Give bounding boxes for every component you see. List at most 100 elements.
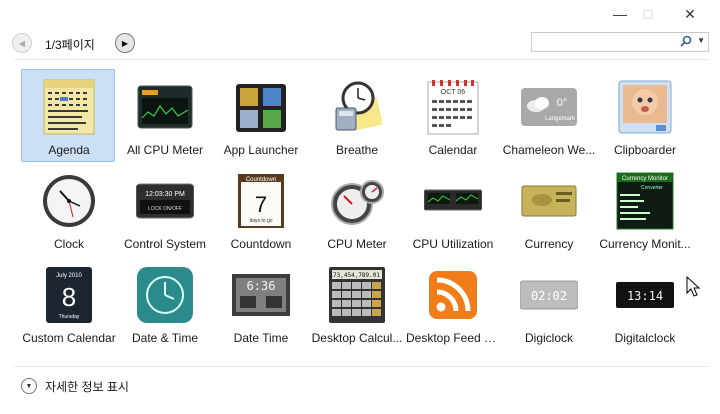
currency-icon bbox=[520, 172, 578, 230]
gadget-tile-cpu-meter[interactable]: CPU Meter bbox=[309, 163, 403, 256]
countdown-number-text: 7 bbox=[255, 192, 267, 217]
calendar-month-text: OCT 06 bbox=[441, 89, 465, 96]
gadget-tile-clock[interactable]: Clock bbox=[21, 163, 115, 256]
gadget-label: Chameleon We... bbox=[502, 143, 596, 157]
currency-monitor-icon: Currency Monitor Converter bbox=[616, 172, 674, 230]
clock-notepad-icon bbox=[328, 78, 386, 136]
gadget-tile-control-system[interactable]: 12:03:30 PM LOCK ON/OFF Control System bbox=[117, 163, 211, 256]
gadget-label: CPU Meter bbox=[327, 237, 387, 251]
gadget-tile-all-cpu-meter[interactable]: All CPU Meter bbox=[117, 69, 211, 162]
control-lock-text: LOCK ON/OFF bbox=[148, 206, 182, 212]
divider bbox=[14, 366, 708, 367]
gadget-tile-custom-calendar[interactable]: July 2010 8 Thursday Custom Calendar bbox=[21, 257, 116, 350]
control-time-text: 12:03:30 PM bbox=[145, 191, 185, 198]
gadget-tile-app-launcher[interactable]: App Launcher bbox=[213, 69, 307, 162]
gadget-tile-calendar[interactable]: OCT 06 Calendar bbox=[405, 69, 499, 162]
clock-icon bbox=[40, 172, 98, 230]
gadget-label: All CPU Meter bbox=[126, 143, 203, 157]
gadget-label: Desktop Feed R... bbox=[406, 331, 500, 345]
mouse-cursor-icon bbox=[686, 275, 702, 298]
weather-city-text: Langemark bbox=[545, 116, 576, 122]
gadget-label: Currency bbox=[524, 237, 574, 251]
cpu-meter-icon bbox=[136, 78, 194, 136]
gadget-tile-digiclock[interactable]: 02:02 Digiclock bbox=[501, 257, 595, 350]
gadget-grid: Agenda All CPU Meter App Launcher Breath… bbox=[21, 69, 693, 354]
gadget-label: Custom Calendar bbox=[22, 331, 116, 345]
calc-display-text: 173,454,789.01 bbox=[329, 272, 380, 279]
app-launcher-icon bbox=[232, 78, 290, 136]
digiclock-icon: 02:02 bbox=[519, 266, 579, 324]
gadget-tile-currency-monitor[interactable]: Currency Monitor Converter Currency Moni… bbox=[597, 163, 691, 256]
toolbar: ◀ 1/3페이지 ▶ ▼ bbox=[0, 30, 720, 58]
currency-convert-text: Converter bbox=[641, 185, 663, 191]
weather-temp-text: 0° bbox=[557, 97, 568, 109]
divider bbox=[14, 59, 708, 60]
show-details-label: 자세한 정보 표시 bbox=[45, 379, 129, 394]
gauge-icon bbox=[328, 172, 386, 230]
calculator-icon: 173,454,789.01 bbox=[328, 266, 386, 324]
chevron-left-icon: ◀ bbox=[18, 38, 26, 48]
gadget-label: Digiclock bbox=[524, 331, 573, 345]
gadget-label: Countdown bbox=[230, 237, 292, 251]
close-button[interactable]: ✕ bbox=[667, 0, 713, 28]
gadget-label: Desktop Calcul... bbox=[311, 331, 403, 345]
gadget-label: Clipboarder bbox=[613, 143, 677, 157]
gadget-tile-date-time[interactable]: 6:36 Date Time bbox=[213, 257, 307, 350]
digital-date-time-icon: 6:36 bbox=[232, 266, 290, 324]
gadget-tile-desktop-feed-reader[interactable]: Desktop Feed R... bbox=[405, 257, 500, 350]
digital-clock-icon: 13:14 bbox=[616, 266, 674, 324]
custom-calendar-icon: July 2010 8 Thursday bbox=[40, 266, 98, 324]
datetime-digits-text: 6:36 bbox=[247, 279, 276, 293]
gadget-tile-date-and-time[interactable]: Date & Time bbox=[117, 257, 211, 350]
gadget-tile-currency[interactable]: Currency bbox=[501, 163, 595, 256]
gadget-label: Control System bbox=[123, 237, 207, 251]
rss-feed-icon bbox=[424, 266, 482, 324]
custom-cal-weekday-text: Thursday bbox=[59, 314, 80, 320]
chevron-right-icon: ▶ bbox=[121, 38, 129, 48]
gadget-label: Digitalclock bbox=[614, 331, 676, 345]
gadget-label: Agenda bbox=[48, 143, 90, 157]
page-indicator: 1/3페이지 bbox=[45, 38, 95, 52]
countdown-icon: Countdown 7 days to go bbox=[232, 172, 290, 230]
gadget-gallery-window: — □ ✕ ◀ 1/3페이지 ▶ ▼ Agenda All CPU Meter … bbox=[0, 0, 720, 414]
gadget-tile-agenda[interactable]: Agenda bbox=[21, 69, 115, 162]
baby-photo-icon bbox=[616, 78, 674, 136]
calendar-icon: OCT 06 bbox=[424, 78, 482, 136]
search-dropdown-icon[interactable]: ▼ bbox=[697, 36, 705, 45]
gadget-label: Date Time bbox=[233, 331, 289, 345]
gadget-tile-breathe[interactable]: Breathe bbox=[309, 69, 403, 162]
calendar-agenda-icon bbox=[40, 78, 98, 136]
gadget-tile-cpu-utilization[interactable]: CPU Utilization bbox=[405, 163, 499, 256]
maximize-button[interactable]: □ bbox=[625, 0, 671, 28]
cpu-graph-icon bbox=[423, 172, 483, 230]
gadget-tile-desktop-calculator[interactable]: 173,454,789.01 Desktop Calcul... bbox=[309, 257, 403, 350]
currency-monitor-title-text: Currency Monitor bbox=[622, 176, 668, 182]
gadget-tile-digitalclock[interactable]: 13:14 Digitalclock bbox=[597, 257, 691, 350]
gadget-label: Date & Time bbox=[131, 331, 199, 345]
next-page-button[interactable]: ▶ bbox=[115, 33, 135, 53]
show-details-toggle[interactable]: ▼ 자세한 정보 표시 bbox=[21, 377, 129, 395]
search-icon[interactable] bbox=[680, 35, 692, 50]
weather-icon: 0° Langemark bbox=[520, 78, 578, 136]
custom-cal-month-text: July 2010 bbox=[56, 273, 82, 279]
countdown-sub-text: days to go bbox=[249, 218, 272, 224]
search-box: ▼ bbox=[531, 32, 709, 52]
previous-page-button[interactable]: ◀ bbox=[12, 33, 32, 53]
countdown-title-text: Countdown bbox=[246, 177, 276, 183]
custom-cal-day-text: 8 bbox=[62, 282, 76, 312]
date-time-clock-icon bbox=[136, 266, 194, 324]
search-input[interactable] bbox=[532, 33, 680, 51]
control-system-icon: 12:03:30 PM LOCK ON/OFF bbox=[135, 172, 195, 230]
gadget-label: Breathe bbox=[335, 143, 379, 157]
gadget-label: CPU Utilization bbox=[412, 237, 494, 251]
gadget-label: Currency Monit... bbox=[599, 237, 691, 251]
digitalclock-time-text: 13:14 bbox=[627, 289, 663, 303]
gadget-label: Clock bbox=[53, 237, 84, 251]
gadget-tile-countdown[interactable]: Countdown 7 days to go Countdown bbox=[213, 163, 307, 256]
gadget-label: Calendar bbox=[428, 143, 478, 157]
gadget-tile-chameleon-weather[interactable]: 0° Langemark Chameleon We... bbox=[501, 69, 595, 162]
digiclock-time-text: 02:02 bbox=[531, 289, 567, 303]
gadget-label: App Launcher bbox=[223, 143, 299, 157]
gadget-tile-clipboarder[interactable]: Clipboarder bbox=[597, 69, 691, 162]
chevron-down-icon: ▼ bbox=[21, 378, 37, 394]
